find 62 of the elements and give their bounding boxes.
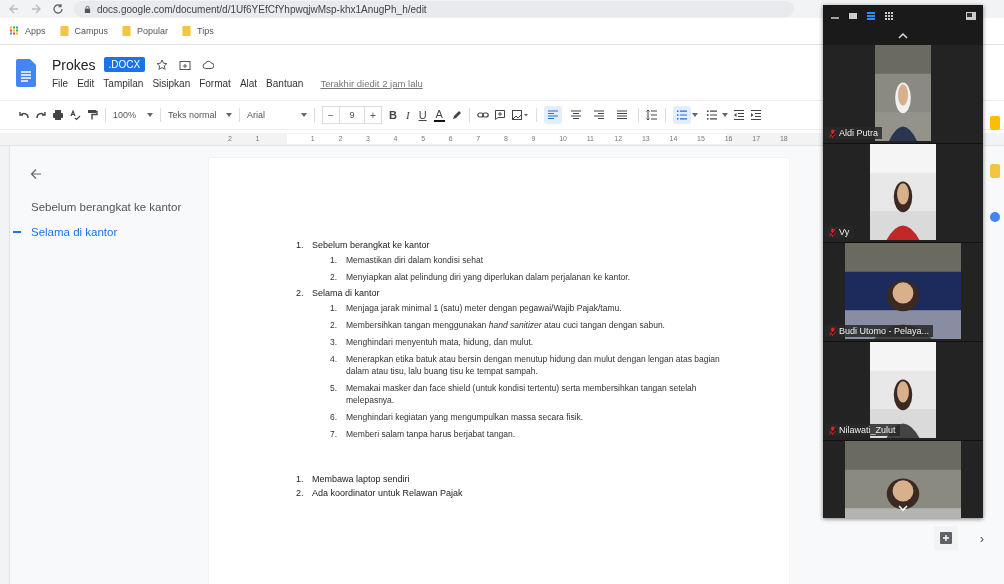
participant-name-label: Aldi Putra <box>825 127 883 139</box>
list-item: Memberi salam tanpa harus berjabat tangan. <box>346 428 517 440</box>
list-number: 5. <box>330 382 339 395</box>
list-number: 1. <box>296 240 305 250</box>
list-number: 4. <box>330 353 339 366</box>
list-item: Menerapkan etika batuk atau bersin dengan menutup hidung dan mulut dengan lengan atas bagian dalam atau tisu, lalu buang tisu ke tempat sampah. <box>346 353 721 377</box>
participant-tile[interactable]: Nilawati_Zulut <box>823 342 983 441</box>
address-bar[interactable]: docs.google.com/document/d/1Uf6YEfCfYhpwqjwMsp-khx1AnugPh_h/edit <box>74 1 794 17</box>
increase-size-button[interactable]: + <box>365 109 381 121</box>
show-side-panel-button[interactable]: › <box>979 530 984 546</box>
participant-tile[interactable]: Vy <box>823 144 983 243</box>
list-item: Menyiapkan alat pelindung diri yang diperlukan dalam perjalanan ke kantor. <box>346 271 631 283</box>
zoom-dropdown[interactable]: 100% <box>113 110 153 120</box>
menu-item[interactable]: File <box>52 77 69 89</box>
participant-name-label: Vy <box>825 226 854 238</box>
list-number: 3. <box>330 336 339 348</box>
menu-item[interactable]: Sisipkan <box>152 77 191 89</box>
list-item: Menghindari kegiatan yang mengumpulkan massa secara fisik. <box>346 411 585 423</box>
list-item: Menghindari menyentuh mata, hidung, dan mulut. <box>346 336 535 348</box>
last-edit-link[interactable]: Terakhir diedit 2 jam lalu <box>320 77 423 89</box>
bookmark[interactable]: Popular <box>122 26 169 36</box>
bookmark[interactable]: Campus <box>59 26 109 36</box>
participant-tile[interactable]: Aldi Putra <box>823 45 983 144</box>
list-item: Memastikan diri dalam kondisi sehat <box>346 254 484 266</box>
list-item: Memakai masker dan face shield (untuk kondisi tertentu) serta membersihkan tangan setelah melepasnya. <box>346 382 698 406</box>
list-item: Membersihkan tangan menggunakan hand sanitizer atau cuci tangan dengan sabun. <box>346 319 666 331</box>
list-item: Membawa laptop sendiri <box>312 474 411 484</box>
list-item: Menjaga jarak minimal 1 (satu) meter dengan pegawai/Wajib Pajak/tamu. <box>346 302 623 314</box>
list-number: 2. <box>330 271 339 283</box>
participant-name-label: Nilawati_Zulut <box>825 424 900 436</box>
participant-name-label: Budi Utomo - Pelaya... <box>825 325 934 337</box>
format-button[interactable]: A <box>433 108 445 122</box>
list-number: 2. <box>330 319 339 331</box>
bookmark[interactable]: Apps <box>10 26 46 36</box>
outline-item[interactable]: Selama di kantor <box>31 225 118 238</box>
list-number: 6. <box>330 411 339 423</box>
document-title[interactable]: Prokes <box>52 56 96 73</box>
font-dropdown[interactable]: Arial <box>247 110 307 120</box>
list-number: 1. <box>330 254 339 266</box>
format-button[interactable]: I <box>403 109 412 121</box>
font-size-field[interactable]: 9 <box>339 107 365 123</box>
list-item: Selama di kantor <box>312 288 381 298</box>
list-item: Ada koordinator untuk Relawan Pajak <box>312 488 464 498</box>
outline-item[interactable]: Sebelum berangkat ke kantor <box>31 200 182 213</box>
list-number: 2. <box>296 488 305 498</box>
menu-item[interactable]: Tampilan <box>103 77 144 89</box>
list-item: Sebelum berangkat ke kantor <box>312 240 431 250</box>
format-button[interactable]: U <box>416 109 429 121</box>
menu-item[interactable]: Bantuan <box>266 77 304 89</box>
list-number: 1. <box>330 302 339 314</box>
style-dropdown[interactable]: Teks normal <box>168 110 232 120</box>
list-number: 2. <box>296 288 305 298</box>
bookmark[interactable]: Tips <box>182 26 214 36</box>
list-number: 7. <box>330 428 339 440</box>
decrease-size-button[interactable]: − <box>323 109 339 121</box>
menu-item[interactable]: Edit <box>77 77 95 89</box>
file-type-badge: .DOCX <box>103 57 146 72</box>
participant-tile[interactable]: Budi Utomo - Pelaya... <box>823 243 983 342</box>
format-button[interactable]: B <box>387 109 399 121</box>
menu-item[interactable]: Alat <box>239 77 258 89</box>
list-number: 1. <box>296 474 305 484</box>
menu-item[interactable]: Format <box>199 77 231 89</box>
